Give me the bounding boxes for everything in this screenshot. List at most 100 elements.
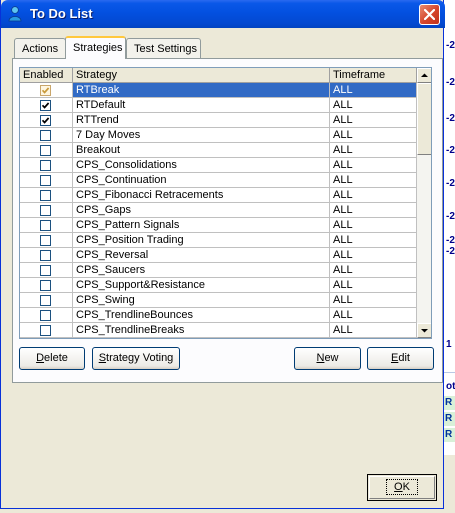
enabled-checkbox[interactable] <box>40 145 51 156</box>
table-row[interactable]: CPS_TrendlineBounces ALL <box>20 308 417 323</box>
checkmark-icon <box>41 87 50 94</box>
strategy-voting-button[interactable]: Strategy Voting <box>92 347 180 370</box>
enabled-cell <box>20 248 73 263</box>
button-label: ew <box>324 352 339 364</box>
table-row[interactable]: CPS_Position Trading ALL <box>20 233 417 248</box>
column-header-enabled[interactable]: Enabled <box>20 68 73 83</box>
timeframe-cell: ALL <box>330 98 417 113</box>
tab-actions[interactable]: Actions <box>14 38 66 58</box>
delete-button[interactable]: Delete <box>19 347 85 370</box>
table-row[interactable]: CPS_Fibonacci Retracements ALL <box>20 188 417 203</box>
tab-label: Test Settings <box>134 43 197 55</box>
enabled-cell <box>20 278 73 293</box>
enabled-checkbox[interactable] <box>40 130 51 141</box>
enabled-checkbox[interactable] <box>40 235 51 246</box>
enabled-checkbox[interactable] <box>40 295 51 306</box>
table-row[interactable]: CPS_Support&Resistance ALL <box>20 278 417 293</box>
strategy-cell: CPS_Gaps <box>73 203 330 218</box>
scroll-up-button[interactable] <box>417 68 431 83</box>
enabled-cell <box>20 158 73 173</box>
timeframe-cell: ALL <box>330 278 417 293</box>
timeframe-cell: ALL <box>330 143 417 158</box>
table-row[interactable]: Breakout ALL <box>20 143 417 158</box>
checkmark-icon <box>41 117 50 124</box>
enabled-checkbox[interactable] <box>40 280 51 291</box>
table-row[interactable]: CPS_Saucers ALL <box>20 263 417 278</box>
table-row[interactable]: RTTrend ALL <box>20 113 417 128</box>
column-header-timeframe[interactable]: Timeframe <box>330 68 417 83</box>
strategy-cell: CPS_Saucers <box>73 263 330 278</box>
strategy-cell: CPS_Support&Resistance <box>73 278 330 293</box>
timeframe-cell: ALL <box>330 188 417 203</box>
bg-label: -2 <box>446 145 455 156</box>
tab-label: Actions <box>22 43 59 55</box>
bg-label: -2 <box>446 40 455 51</box>
table-row[interactable]: CPS_Consolidations ALL <box>20 158 417 173</box>
bg-label: -2 <box>446 178 455 189</box>
enabled-checkbox[interactable] <box>40 115 51 126</box>
tab-strategies[interactable]: Strategies <box>65 36 126 59</box>
timeframe-cell: ALL <box>330 173 417 188</box>
enabled-checkbox[interactable] <box>40 85 51 96</box>
column-header-strategy[interactable]: Strategy <box>73 68 330 83</box>
bg-label: -2 <box>446 77 455 88</box>
table-row[interactable]: CPS_Reversal ALL <box>20 248 417 263</box>
title-bar[interactable]: To Do List <box>1 0 445 28</box>
enabled-checkbox[interactable] <box>40 100 51 111</box>
tab-test-settings[interactable]: Test Settings <box>126 38 201 58</box>
table-row[interactable]: CPS_TrendlineBreaks ALL <box>20 323 417 338</box>
to-do-list-dialog: To Do List Actions Strategies Test Setti… <box>0 0 445 509</box>
table-row[interactable]: 7 Day Moves ALL <box>20 128 417 143</box>
new-button[interactable]: New <box>294 347 361 370</box>
timeframe-cell: ALL <box>330 233 417 248</box>
enabled-cell <box>20 293 73 308</box>
table-row[interactable]: CPS_Swing ALL <box>20 293 417 308</box>
checkmark-icon <box>41 102 50 109</box>
enabled-checkbox[interactable] <box>40 250 51 261</box>
strategy-cell: CPS_Consolidations <box>73 158 330 173</box>
bg-label: -2 <box>446 211 455 222</box>
enabled-checkbox[interactable] <box>40 175 51 186</box>
close-button[interactable] <box>419 4 440 25</box>
enabled-cell <box>20 173 73 188</box>
strategy-cell: CPS_Swing <box>73 293 330 308</box>
timeframe-cell: ALL <box>330 128 417 143</box>
timeframe-cell: ALL <box>330 158 417 173</box>
bg-label: -2 <box>446 113 455 124</box>
enabled-checkbox[interactable] <box>40 265 51 276</box>
table-row[interactable]: CPS_Continuation ALL <box>20 173 417 188</box>
table-row[interactable]: RTBreak ALL <box>20 83 417 98</box>
enabled-cell <box>20 323 73 338</box>
edit-button[interactable]: Edit <box>367 347 434 370</box>
button-hotkey: O <box>394 481 403 493</box>
enabled-checkbox[interactable] <box>40 190 51 201</box>
enabled-checkbox[interactable] <box>40 310 51 321</box>
strategy-cell: CPS_Fibonacci Retracements <box>73 188 330 203</box>
timeframe-cell: ALL <box>330 113 417 128</box>
enabled-checkbox[interactable] <box>40 325 51 336</box>
bg-label: R <box>445 429 453 440</box>
enabled-checkbox[interactable] <box>40 220 51 231</box>
enabled-checkbox[interactable] <box>40 205 51 216</box>
enabled-cell <box>20 128 73 143</box>
enabled-cell <box>20 98 73 113</box>
tab-label: Strategies <box>73 42 123 54</box>
strategies-grid[interactable]: Enabled Strategy Timeframe RTBreak ALL RTD… <box>19 67 432 339</box>
timeframe-cell: ALL <box>330 248 417 263</box>
strategy-cell: RTTrend <box>73 113 330 128</box>
strategy-cell: CPS_TrendlineBreaks <box>73 323 330 338</box>
timeframe-cell: ALL <box>330 293 417 308</box>
button-label: trategy Voting <box>106 352 174 364</box>
scroll-thumb[interactable] <box>417 83 431 155</box>
table-row[interactable]: CPS_Pattern Signals ALL <box>20 218 417 233</box>
vertical-scrollbar[interactable] <box>417 68 431 338</box>
scroll-down-button[interactable] <box>417 323 431 338</box>
user-icon <box>8 6 22 22</box>
ok-button-face: OK <box>369 476 435 499</box>
table-row[interactable]: CPS_Gaps ALL <box>20 203 417 218</box>
table-row[interactable]: RTDefault ALL <box>20 98 417 113</box>
ok-button[interactable]: OK <box>367 474 437 501</box>
enabled-checkbox[interactable] <box>40 160 51 171</box>
enabled-cell <box>20 218 73 233</box>
enabled-cell <box>20 203 73 218</box>
